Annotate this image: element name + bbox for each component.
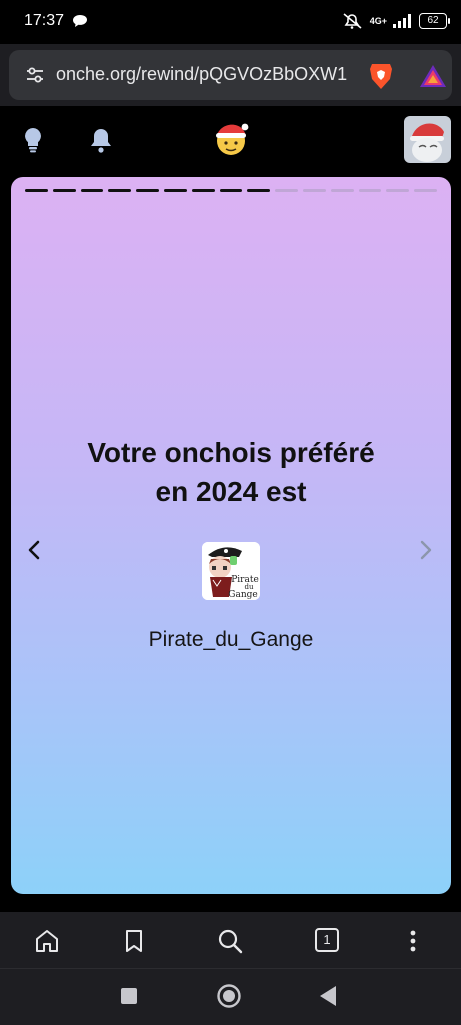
chat-notification-icon	[73, 15, 87, 27]
browser-address-area: onche.org/rewind/pQGVOzBbOXW1	[0, 44, 461, 106]
avatar-caption-gange: Gange	[228, 590, 257, 600]
status-icons: 4G+ 62	[342, 10, 450, 32]
progress-segment	[163, 189, 187, 192]
favorite-user-avatar[interactable]: Pirate du Gange	[202, 542, 260, 600]
progress-segment	[191, 189, 215, 192]
user-avatar[interactable]	[404, 116, 451, 163]
rewind-story-card[interactable]: Votre onchois préféré en 2024 est Pirate…	[11, 177, 451, 894]
home-nav-icon[interactable]	[216, 983, 242, 1009]
progress-segment	[247, 189, 271, 192]
bell-icon[interactable]	[89, 127, 113, 153]
recent-apps-icon[interactable]	[120, 987, 138, 1005]
more-menu-icon[interactable]	[405, 928, 421, 954]
story-title: Votre onchois préféré en 2024 est	[11, 433, 451, 511]
search-icon[interactable]	[217, 928, 243, 954]
story-progress-bar	[25, 189, 437, 192]
home-icon[interactable]	[34, 928, 60, 954]
back-nav-icon[interactable]	[318, 985, 338, 1007]
lightbulb-icon[interactable]	[22, 127, 44, 153]
progress-segment	[330, 189, 354, 192]
tabs-counter-button[interactable]: 1	[315, 928, 339, 952]
progress-segment	[80, 189, 104, 192]
site-settings-icon[interactable]	[25, 65, 45, 85]
brave-shields-icon[interactable]	[368, 62, 394, 90]
url-text[interactable]: onche.org/rewind/pQGVOzBbOXW1	[56, 64, 347, 85]
bookmark-icon[interactable]	[123, 928, 145, 954]
chevron-left-icon[interactable]	[27, 540, 41, 560]
site-header	[0, 106, 461, 172]
progress-segment	[52, 189, 76, 192]
progress-segment	[302, 189, 326, 192]
battery-icon: 62	[419, 13, 450, 29]
progress-segment	[275, 189, 298, 192]
santa-mascot-logo[interactable]	[212, 119, 250, 157]
system-navigation-bar	[0, 968, 461, 1025]
progress-segment	[358, 189, 382, 192]
browser-toolbar: 1	[0, 912, 461, 968]
story-title-line-1: Votre onchois préféré	[87, 437, 375, 468]
progress-segment	[25, 189, 48, 192]
address-bar[interactable]: onche.org/rewind/pQGVOzBbOXW1	[9, 50, 452, 100]
brave-rewards-icon[interactable]	[419, 64, 447, 88]
story-title-line-2: en 2024 est	[155, 476, 307, 507]
status-time: 17:37	[24, 12, 65, 29]
mute-alarm-icon	[343, 13, 362, 29]
status-bar: 17:37 4G+ 62	[0, 0, 461, 44]
signal-icon	[393, 14, 411, 28]
progress-segment	[136, 189, 159, 192]
favorite-username[interactable]: Pirate_du_Gange	[11, 628, 451, 652]
progress-segment	[386, 189, 410, 192]
progress-segment	[108, 189, 132, 192]
chevron-right-icon[interactable]	[419, 540, 433, 560]
progress-segment	[219, 189, 243, 192]
network-type: 4G+	[369, 15, 387, 26]
progress-segment	[414, 189, 437, 192]
